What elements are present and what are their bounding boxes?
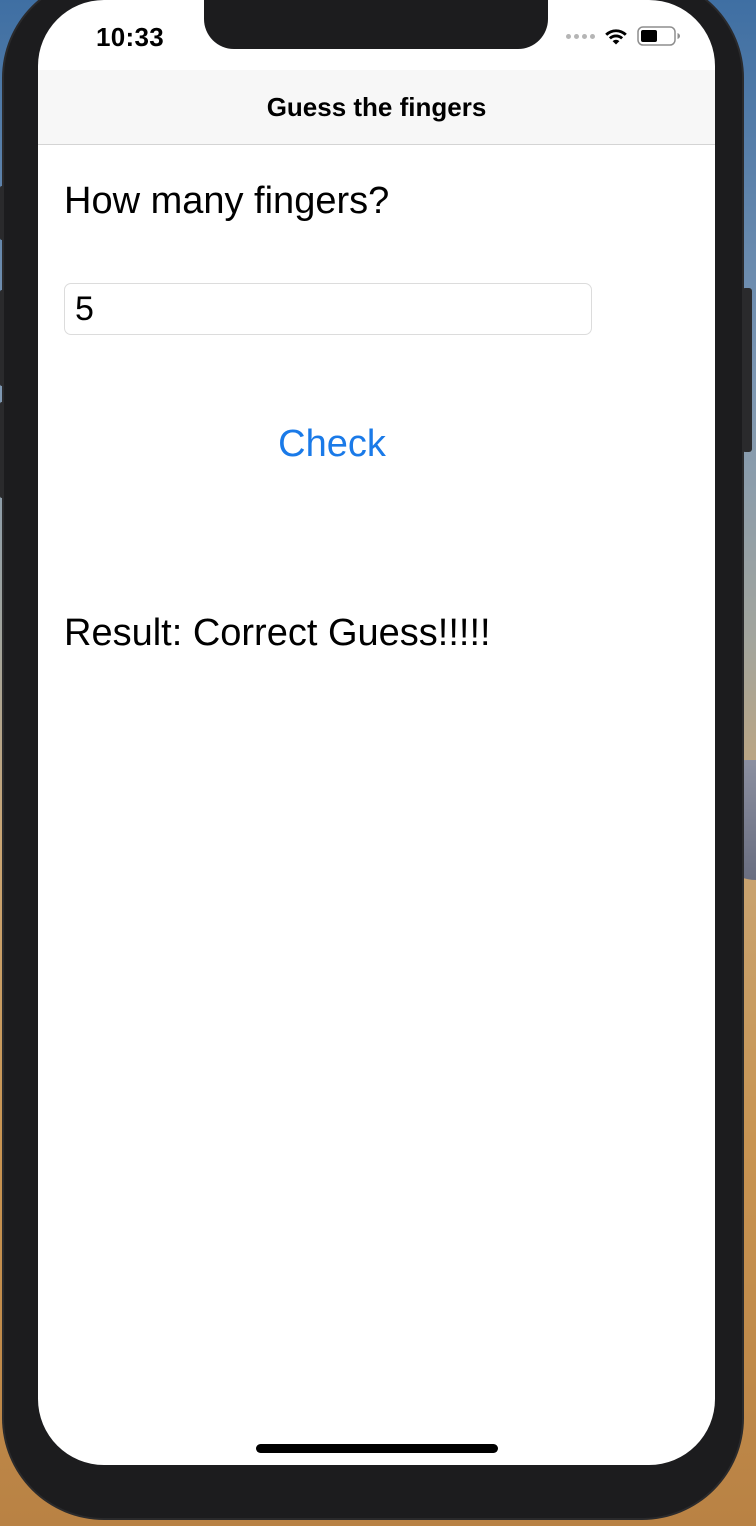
- result-label: Result: Correct Guess!!!!!: [64, 612, 491, 654]
- status-time: 10:33: [96, 22, 164, 52]
- notch: [204, 0, 548, 49]
- question-label: How many fingers?: [64, 180, 390, 222]
- battery-icon: [637, 26, 680, 46]
- check-button[interactable]: Check: [252, 418, 412, 470]
- wifi-icon: [605, 29, 627, 45]
- navigation-bar: Guess the fingers: [38, 70, 715, 145]
- guess-input[interactable]: [64, 283, 592, 335]
- status-icons: [566, 26, 681, 46]
- page-title: Guess the fingers: [266, 92, 487, 122]
- volume-down-button: [0, 402, 4, 498]
- app-screen: 10:33 Guess the fingers How many fingers…: [38, 0, 715, 1465]
- volume-up-button: [0, 290, 4, 386]
- device-frame: 10:33 Guess the fingers How many fingers…: [4, 0, 742, 1518]
- cellular-signal-icon: [566, 33, 595, 39]
- home-indicator[interactable]: [256, 1444, 498, 1453]
- silent-switch: [0, 186, 4, 240]
- power-button: [742, 288, 752, 452]
